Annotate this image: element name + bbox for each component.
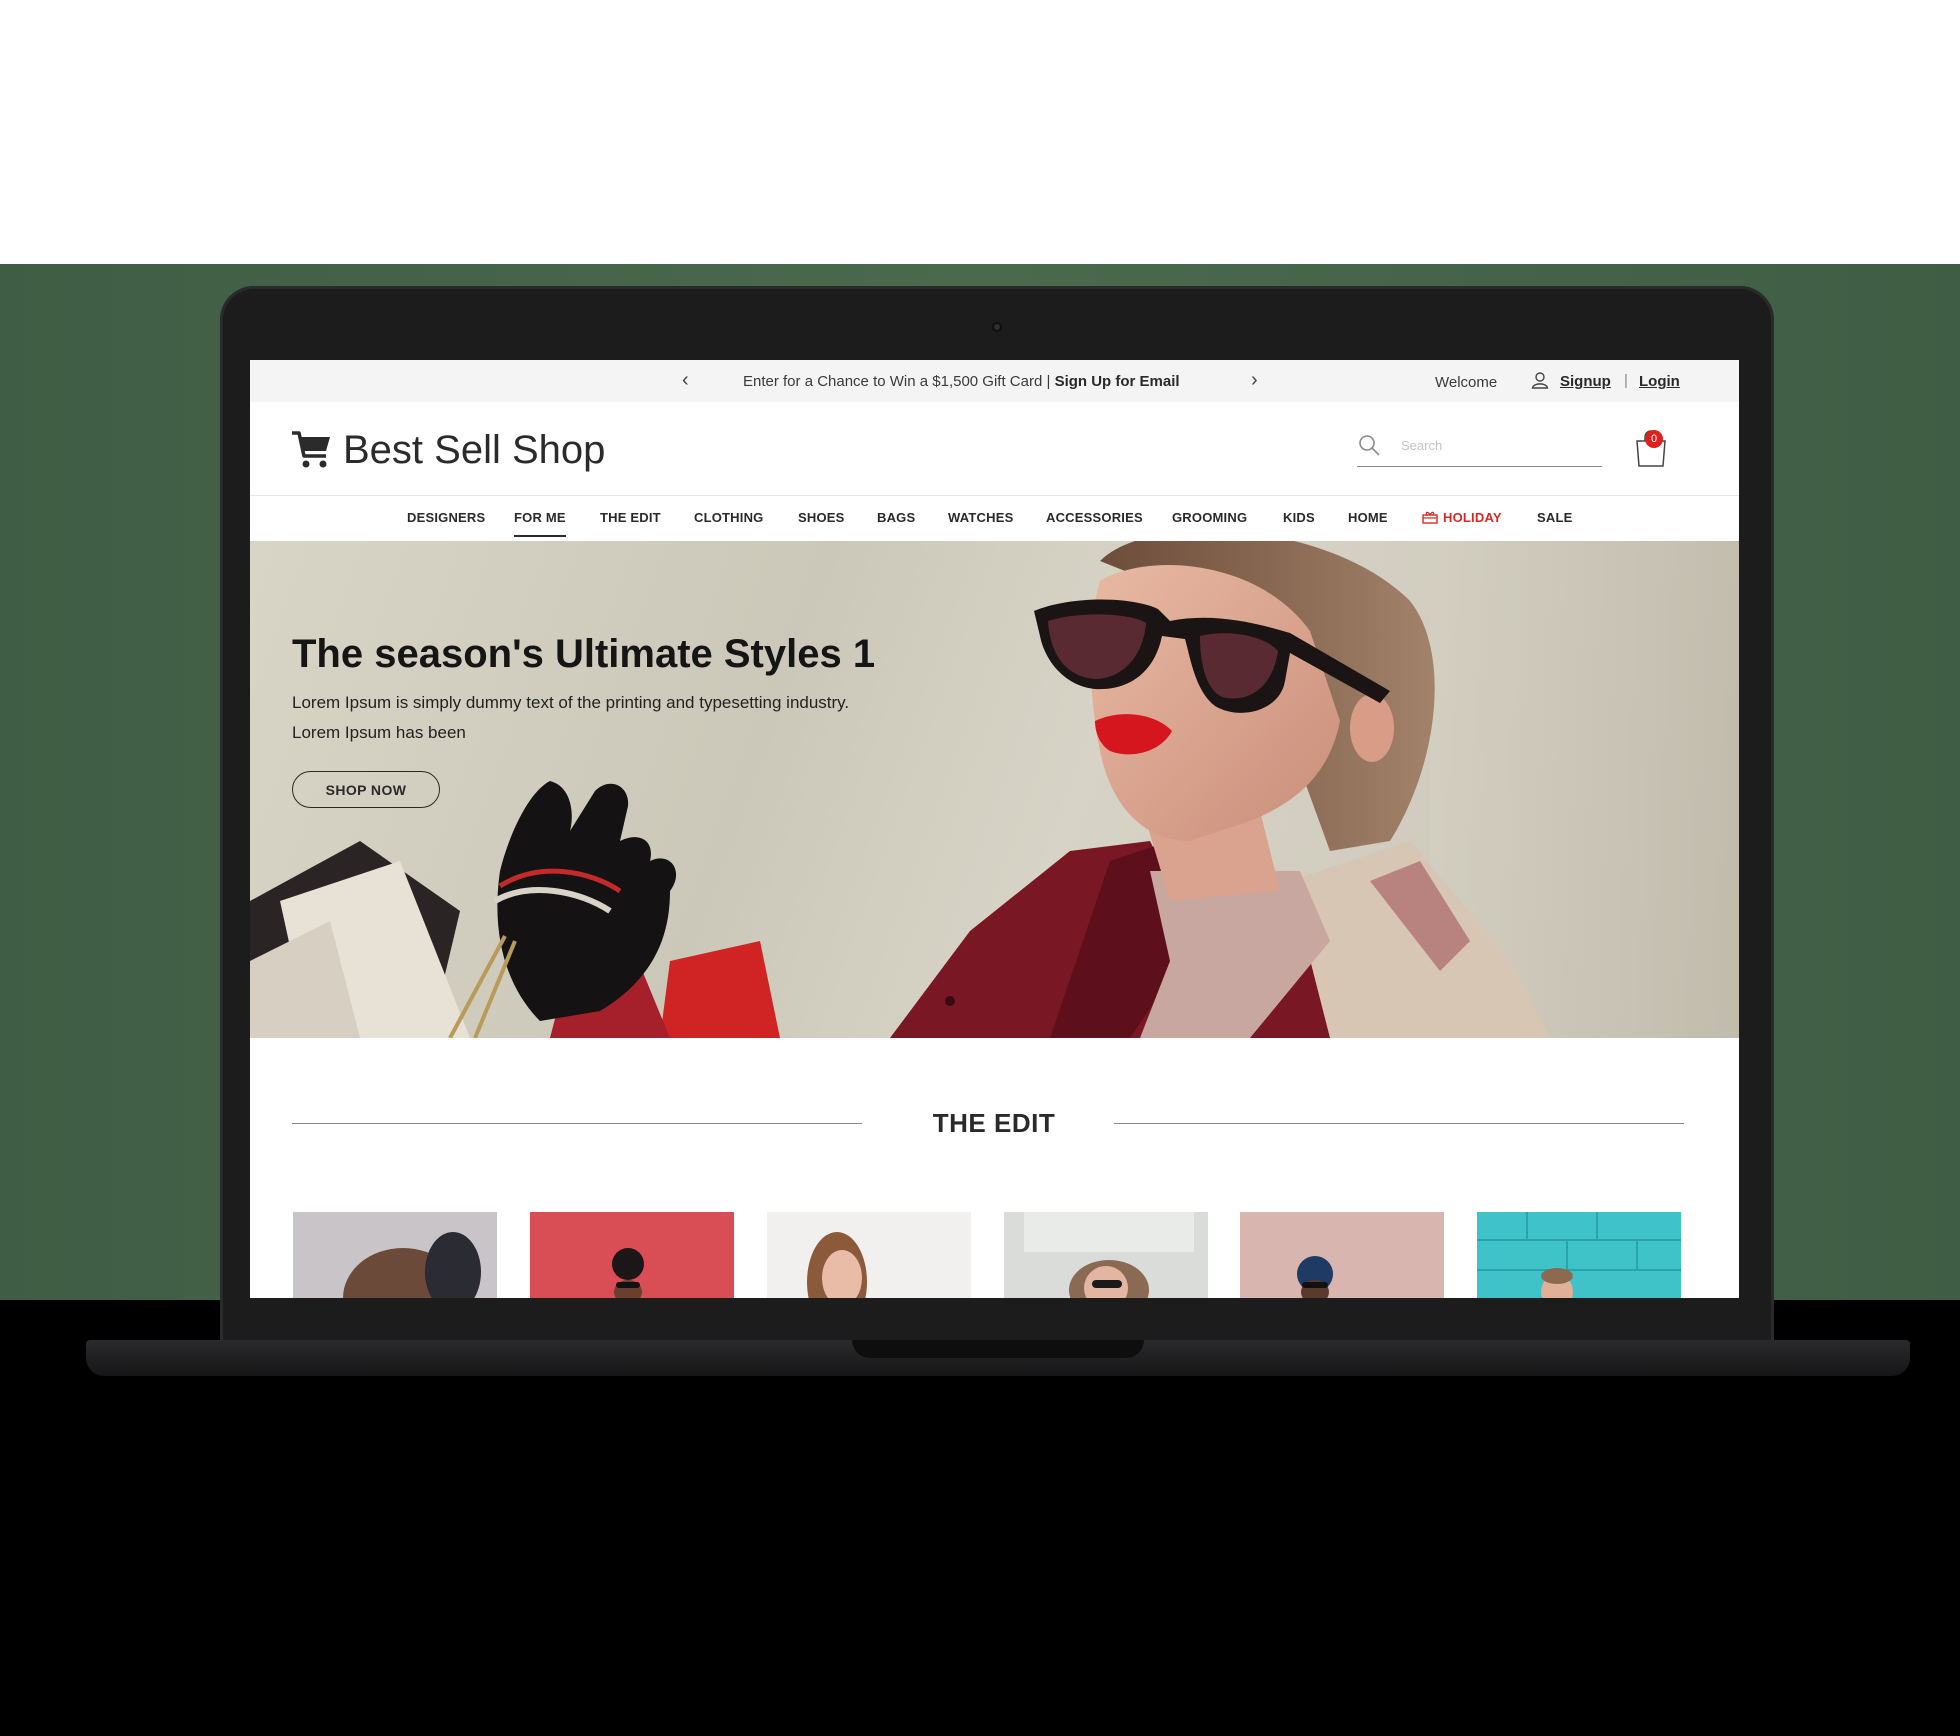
nav-item-sale[interactable]: SALE xyxy=(1537,510,1572,525)
product-image xyxy=(1004,1212,1208,1298)
main-navigation: DESIGNERS FOR ME THE EDIT CLOTHING SHOES… xyxy=(250,497,1739,541)
nav-item-for-me[interactable]: FOR ME xyxy=(514,510,566,537)
promo-signup-link[interactable]: Sign Up for Email xyxy=(1055,373,1180,390)
signup-link[interactable]: Signup xyxy=(1560,373,1611,390)
chevron-right-icon[interactable]: › xyxy=(1251,370,1258,390)
product-thumbnail[interactable] xyxy=(767,1212,971,1298)
login-link[interactable]: Login xyxy=(1639,373,1680,390)
nav-item-watches[interactable]: WATCHES xyxy=(948,510,1013,525)
product-thumbnail[interactable] xyxy=(293,1212,497,1298)
nav-item-the-edit[interactable]: THE EDIT xyxy=(600,510,661,525)
nav-item-shoes[interactable]: SHOES xyxy=(798,510,845,525)
auth-separator: | xyxy=(1624,372,1628,389)
section-title: THE EDIT xyxy=(932,1108,1056,1138)
chevron-left-icon[interactable]: ‹ xyxy=(682,370,689,390)
nav-item-holiday[interactable]: HOLIDAY xyxy=(1422,510,1502,525)
welcome-text: Welcome xyxy=(1435,374,1498,391)
section-divider-left xyxy=(292,1123,862,1124)
product-thumbnail[interactable] xyxy=(530,1212,734,1298)
shop-now-button[interactable]: SHOP NOW xyxy=(292,771,440,808)
top-promo-bar: ‹ Enter for a Chance to Win a $1,500 Gif… xyxy=(250,360,1739,402)
search-input[interactable] xyxy=(1401,434,1591,456)
webcam xyxy=(992,322,1002,332)
nav-item-holiday-label: HOLIDAY xyxy=(1443,510,1502,525)
product-image xyxy=(1477,1212,1681,1298)
cart-count-badge: 0 xyxy=(1645,430,1663,448)
user-icon xyxy=(1531,372,1549,389)
laptop-screen: ‹ Enter for a Chance to Win a $1,500 Gif… xyxy=(250,360,1739,1298)
hero-description: Lorem Ipsum is simply dummy text of the … xyxy=(292,693,850,742)
laptop-notch xyxy=(852,1340,1144,1358)
site-header: Best Sell Shop 0 xyxy=(250,402,1739,496)
shopping-cart-icon[interactable] xyxy=(290,427,334,471)
product-thumbnail[interactable] xyxy=(1477,1212,1681,1298)
hero-banner: The season's Ultimate Styles 1 Lorem Ips… xyxy=(250,541,1739,1038)
section-divider-right xyxy=(1114,1123,1684,1124)
hero-title: The season's Ultimate Styles 1 xyxy=(292,632,876,676)
nav-item-bags[interactable]: BAGS xyxy=(877,510,915,525)
hero-image xyxy=(250,541,1739,1038)
gift-icon xyxy=(1422,511,1438,524)
brand-name[interactable]: Best Sell Shop xyxy=(343,428,605,473)
search-box[interactable] xyxy=(1357,424,1602,467)
product-image xyxy=(530,1212,734,1298)
product-thumbnail[interactable] xyxy=(1240,1212,1444,1298)
promo-text: Enter for a Chance to Win a $1,500 Gift … xyxy=(743,373,1180,390)
product-image xyxy=(293,1212,497,1298)
nav-item-grooming[interactable]: GROOMING xyxy=(1172,510,1247,525)
nav-item-clothing[interactable]: CLOTHING xyxy=(694,510,763,525)
nav-item-designers[interactable]: DESIGNERS xyxy=(407,510,485,525)
product-image xyxy=(1240,1212,1444,1298)
nav-item-home[interactable]: HOME xyxy=(1348,510,1388,525)
product-image xyxy=(767,1212,971,1298)
search-icon[interactable] xyxy=(1357,433,1381,457)
nav-item-kids[interactable]: KIDS xyxy=(1283,510,1315,525)
page-background-top xyxy=(0,0,1960,264)
nav-item-accessories[interactable]: ACCESSORIES xyxy=(1046,510,1143,525)
product-thumbnail[interactable] xyxy=(1004,1212,1208,1298)
